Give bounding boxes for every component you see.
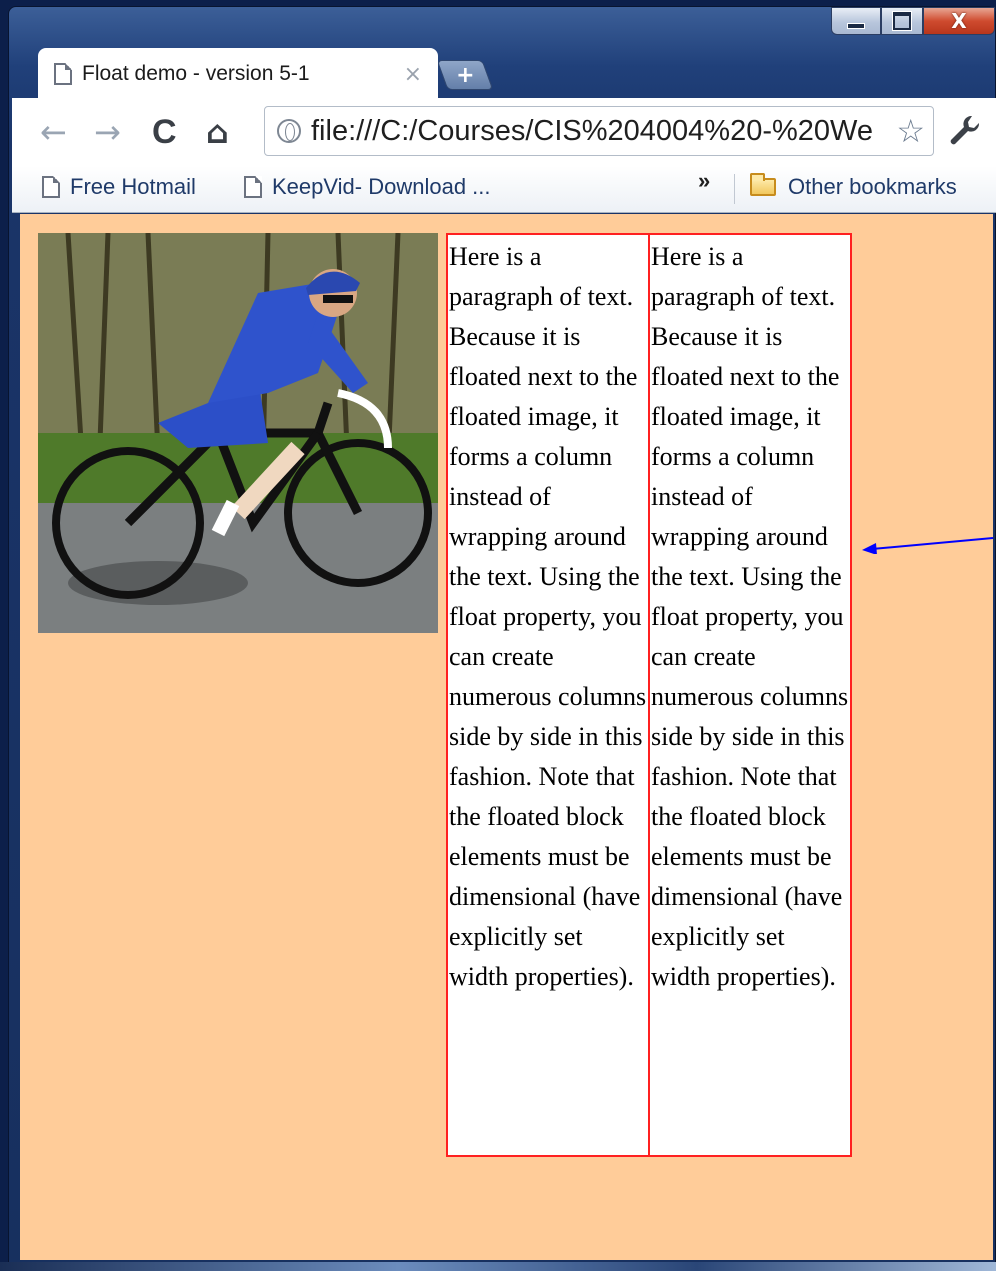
caption-buttons: X (831, 7, 995, 35)
page-icon (244, 176, 262, 198)
toolbar: ← → C ⌂ file:///C:/Courses/CIS%204004%20… (12, 98, 996, 168)
bookmarks-overflow-chevron[interactable]: » (698, 168, 710, 194)
address-bar[interactable]: file:///C:/Courses/CIS%204004%20-%20We ☆ (264, 106, 934, 156)
divider (734, 174, 735, 204)
page-viewport: Here is a paragraph of text. Because it … (20, 214, 993, 1260)
bookmark-free-hotmail[interactable]: Free Hotmail (42, 174, 196, 200)
text-column-1: Here is a paragraph of text. Because it … (446, 233, 650, 1157)
bookmark-star-icon[interactable]: ☆ (888, 112, 933, 150)
minimize-button[interactable] (831, 7, 881, 35)
other-bookmarks-label: Other bookmarks (788, 174, 957, 199)
bookmarks-bar: Free Hotmail KeepVid- Download ... » Oth… (12, 166, 996, 213)
bookmark-keepvid[interactable]: KeepVid- Download ... (244, 174, 491, 200)
maximize-icon (893, 12, 911, 30)
minimize-icon (847, 23, 865, 29)
url-text: file:///C:/Courses/CIS%204004%20-%20We (311, 114, 874, 147)
reload-icon[interactable]: C (152, 114, 177, 150)
text-column-2: Here is a paragraph of text. Because it … (648, 233, 852, 1157)
folder-icon (750, 173, 776, 196)
maximize-button[interactable] (881, 7, 923, 35)
bookmark-label: Free Hotmail (70, 174, 196, 199)
close-icon: X (951, 9, 967, 33)
close-window-button[interactable]: X (923, 7, 995, 35)
tab-float-demo[interactable]: Float demo - version 5-1 × (38, 48, 438, 100)
cyclist-photo (38, 233, 438, 633)
bookmark-label: KeepVid- Download ... (272, 174, 491, 199)
page-icon (42, 176, 60, 198)
taskbar-edge (0, 1262, 996, 1271)
wrench-icon[interactable] (946, 112, 982, 148)
home-icon[interactable]: ⌂ (206, 114, 229, 150)
globe-icon (277, 119, 301, 143)
tab-title: Float demo - version 5-1 (82, 62, 310, 85)
plus-icon: + (455, 62, 475, 88)
annotation-arrow (862, 537, 993, 554)
page-icon (54, 63, 72, 85)
forward-icon[interactable]: → (94, 114, 121, 150)
tab-close-icon[interactable]: × (404, 62, 422, 87)
back-icon[interactable]: ← (40, 114, 67, 150)
other-bookmarks-button[interactable]: Other bookmarks (750, 173, 957, 200)
